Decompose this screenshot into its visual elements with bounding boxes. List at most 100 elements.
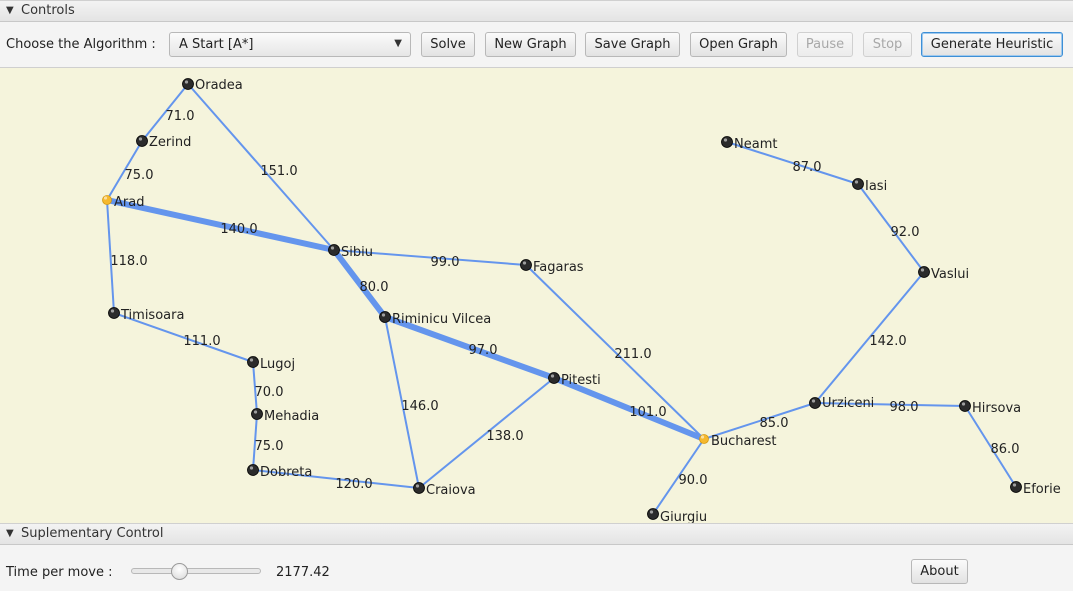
about-button[interactable]: About [911,559,968,584]
edge-weight-label: 151.0 [260,164,297,179]
open-graph-button[interactable]: Open Graph [690,32,787,57]
edge-weight-label: 87.0 [793,160,822,175]
graph-node-oradea[interactable]: Oradea [182,78,243,93]
time-per-move-slider-track[interactable] [131,568,261,574]
node-dot[interactable] [108,307,120,319]
graph-canvas[interactable]: 71.0 75.0 151.0 140.0 118.0 111.0 70.0 75.0 120.… [0,68,1073,523]
node-dot[interactable] [647,508,659,520]
node-dot[interactable] [136,135,148,147]
edge-weight-label: 90.0 [679,473,708,488]
graph-node-eforie[interactable]: Eforie [1010,481,1061,498]
edge-weight-label: 80.0 [360,280,389,295]
node-dot[interactable] [721,136,733,148]
node-label: Eforie [1023,482,1061,497]
graph-node-fagaras[interactable]: Fagaras [520,259,584,276]
node-label: Lugoj [260,357,295,372]
node-dot[interactable] [699,434,709,444]
node-dot[interactable] [852,178,864,190]
node-dot-shine [415,484,420,488]
graph-node-giurgiu[interactable]: Giurgiu [647,508,708,524]
chevron-down-icon: ▼ [394,38,402,49]
node-label: Fagaras [533,260,584,275]
edge-weight-label: 85.0 [760,416,789,431]
node-label: Riminicu Vilcea [392,312,491,327]
node-dot[interactable] [548,372,560,384]
algorithm-select-value: A Start [A*] [179,37,254,52]
graph-node-zerind[interactable]: Zerind [136,135,192,150]
graph-node-craiova[interactable]: Craiova [413,482,476,499]
controls-pane-title: Controls [21,3,75,18]
node-dot[interactable] [247,464,259,476]
collapse-arrow-icon[interactable]: ▼ [6,5,14,16]
node-dot-shine [330,246,335,250]
controls-toolbar: Choose the Algorithm : A Start [A*] ▼ So… [0,22,1073,68]
node-dot[interactable] [1010,481,1022,493]
node-label: Timisoara [120,308,184,323]
algorithm-select[interactable]: A Start [A*] ▼ [169,32,411,57]
stop-button[interactable]: Stop [863,32,912,57]
algorithm-label: Choose the Algorithm : [6,37,156,52]
node-dot[interactable] [413,482,425,494]
node-label: Urziceni [822,396,874,411]
node-label: Pitesti [561,373,601,388]
node-dot-shine [811,399,816,403]
edge-weight-label: 138.0 [486,429,523,444]
graph-node-rimnicu[interactable]: Riminicu Vilcea [379,311,492,328]
graph-node-neamt[interactable]: Neamt [721,136,778,153]
edge-weight-label: 140.0 [220,222,257,237]
node-label: Oradea [195,78,243,93]
edge-weight-label: 71.0 [166,109,195,124]
time-per-move-value: 2177.42 [276,565,330,580]
pause-button[interactable]: Pause [797,32,853,57]
controls-pane-header[interactable]: ▼ Controls [0,0,1073,22]
node-dot[interactable] [102,195,112,205]
supplementary-controls: Time per move : 2177.42 About [0,548,1073,591]
generate-heuristic-button[interactable]: Generate Heuristic [921,32,1063,57]
node-dot-shine [723,138,728,142]
node-dot-shine [184,80,189,84]
node-dot[interactable] [328,244,340,256]
graph-node-dobreta[interactable]: Dobreta [247,464,313,481]
graph-node-arad[interactable]: Arad [102,195,145,210]
node-label: Sibiu [341,245,373,260]
node-dot[interactable] [182,78,194,90]
supplementary-pane-header[interactable]: ▼ Suplementary Control [0,523,1073,545]
node-dot[interactable] [959,400,971,412]
node-dot-shine [249,466,254,470]
graph-node-vaslui[interactable]: Vaslui [918,266,970,283]
node-dot[interactable] [520,259,532,271]
graph-node-bucharest[interactable]: Bucharest [699,434,777,449]
node-label: Zerind [149,135,191,150]
node-dot-shine [110,309,115,313]
node-dot[interactable] [918,266,930,278]
supplementary-pane-title: Suplementary Control [21,526,164,541]
edge-weight-label: 86.0 [991,442,1020,457]
node-dot[interactable] [251,408,263,420]
graph-svg[interactable]: 71.0 75.0 151.0 140.0 118.0 111.0 70.0 75.0 120.… [0,68,1073,523]
node-dot-shine [1012,483,1017,487]
save-graph-button[interactable]: Save Graph [585,32,680,57]
edge-weight-label: 70.0 [255,385,284,400]
node-label: Iasi [865,179,887,194]
edge-weight-label: 75.0 [125,168,154,183]
time-per-move-slider-thumb[interactable] [171,563,188,580]
node-label: Vaslui [931,267,969,282]
graph-node-pitesti[interactable]: Pitesti [548,372,601,389]
new-graph-button[interactable]: New Graph [485,32,576,57]
node-dot-shine [700,435,705,439]
node-dot-shine [522,261,527,265]
graph-node-sibiu[interactable]: Sibiu [328,244,373,261]
graph-node-mehadia[interactable]: Mehadia [251,408,320,425]
edge-weight-label: 97.0 [469,343,498,358]
graph-node-lugoj[interactable]: Lugoj [247,356,296,373]
node-dot[interactable] [247,356,259,368]
node-dot[interactable] [379,311,391,323]
node-dot[interactable] [809,397,821,409]
solve-button[interactable]: Solve [421,32,475,57]
node-label: Giurgiu [660,510,707,523]
edge-weight-label: 118.0 [110,254,147,269]
edge-weight-label: 101.0 [629,405,666,420]
node-label: Hirsova [972,401,1021,416]
graph-node-iasi[interactable]: Iasi [852,178,888,195]
collapse-arrow-icon[interactable]: ▼ [6,528,14,539]
